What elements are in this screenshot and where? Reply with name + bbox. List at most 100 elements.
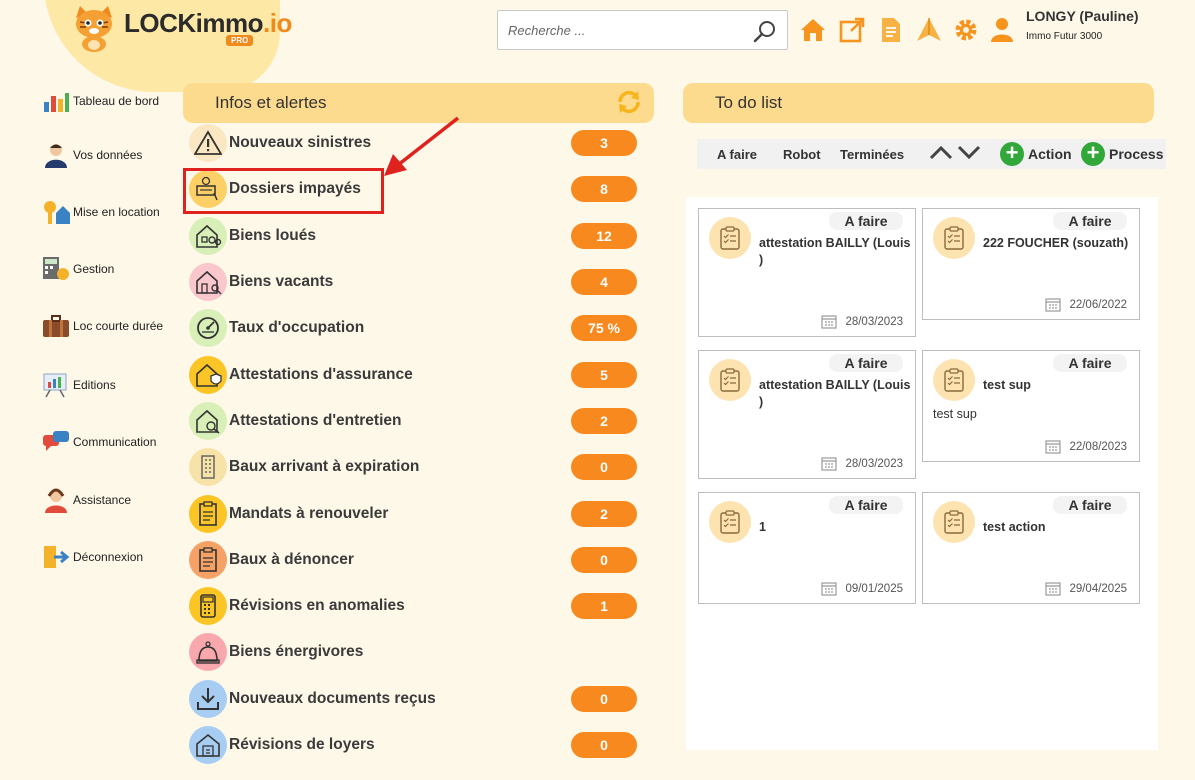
chevron-up-icon[interactable] xyxy=(929,144,953,160)
sidebar-label: Vos données xyxy=(73,148,143,162)
suitcase-icon xyxy=(43,315,69,337)
plus-icon: + xyxy=(1000,142,1024,166)
alert-count-badge[interactable]: 2 xyxy=(571,501,637,527)
card-status-badge: A faire xyxy=(829,354,903,372)
alert-label: Biens loués xyxy=(229,227,316,244)
todo-card[interactable]: A faire 222 FOUCHER (souzath) 22/06/2022 xyxy=(922,208,1140,320)
alert-row-baux-denoncer[interactable]: Baux à dénoncer 0 xyxy=(189,541,637,579)
todo-card[interactable]: A faire attestation BAILLY (Louis ) 28/0… xyxy=(698,350,916,479)
alert-label: Attestations d'entretien xyxy=(229,412,402,429)
alert-row-taux-occupation[interactable]: Taux d'occupation 75 % xyxy=(189,309,637,347)
alert-row-mandats[interactable]: Mandats à renouveler 2 xyxy=(189,495,637,533)
alert-count-badge[interactable]: 4 xyxy=(571,269,637,295)
alert-count-badge[interactable]: 3 xyxy=(571,130,637,156)
sidebar-label: Mise en location xyxy=(73,205,160,219)
report-icon xyxy=(43,373,67,398)
sidebar-label: Communication xyxy=(73,435,157,449)
sidebar-item-data[interactable]: Vos données xyxy=(42,142,142,168)
alert-label: Baux à dénoncer xyxy=(229,551,354,568)
todo-card[interactable]: A faire test sup test sup 22/08/2023 xyxy=(922,350,1140,462)
alert-label: Nouveaux documents reçus xyxy=(229,690,436,707)
chat-icon xyxy=(43,431,69,451)
alert-count-badge[interactable]: 75 % xyxy=(571,315,637,341)
alert-label: Attestations d'assurance xyxy=(229,366,413,383)
card-status-badge: A faire xyxy=(829,496,903,514)
tab-terminees[interactable]: Terminées xyxy=(840,147,904,162)
alert-label: Biens énergivores xyxy=(229,643,364,660)
clipboard-icon xyxy=(933,217,975,259)
gear-icon[interactable] xyxy=(953,17,979,43)
tab-robot[interactable]: Robot xyxy=(783,147,821,162)
external-link-icon[interactable] xyxy=(839,17,865,43)
search-input[interactable] xyxy=(498,11,738,49)
sidebar-item-short-rental[interactable]: Loc courte durée xyxy=(42,313,163,339)
clipboard-icon xyxy=(709,359,751,401)
card-status-badge: A faire xyxy=(1053,354,1127,372)
add-process-button[interactable]: + Process xyxy=(1081,142,1163,166)
chevron-down-icon[interactable] xyxy=(957,144,981,160)
alert-count-badge[interactable]: 0 xyxy=(571,686,637,712)
todo-card[interactable]: A faire attestation BAILLY (Louis ) 28/0… xyxy=(698,208,916,337)
card-date: 28/03/2023 xyxy=(821,456,903,471)
alert-count-badge[interactable]: 2 xyxy=(571,408,637,434)
alert-row-revisions-anomalies[interactable]: Révisions en anomalies 1 xyxy=(189,587,637,625)
refresh-icon[interactable] xyxy=(616,89,642,115)
alert-row-attestation-assurance[interactable]: Attestations d'assurance 5 xyxy=(189,356,637,394)
alert-row-attestation-entretien[interactable]: Attestations d'entretien 2 xyxy=(189,402,637,440)
card-description: test sup xyxy=(933,407,977,421)
todo-title: To do list xyxy=(715,93,783,112)
user-icon[interactable] xyxy=(989,17,1015,43)
alert-count-badge[interactable]: 12 xyxy=(571,223,637,249)
todo-card[interactable]: A faire test action 29/04/2025 xyxy=(922,492,1140,604)
alert-count-badge[interactable]: 5 xyxy=(571,362,637,388)
sidebar-item-logout[interactable]: Déconnexion xyxy=(42,544,143,570)
sidebar-label: Déconnexion xyxy=(73,550,144,564)
calendar-icon xyxy=(1045,582,1062,596)
sidebar-item-editions[interactable]: Editions xyxy=(42,372,116,398)
calendar-icon xyxy=(821,315,838,329)
sidebar-item-management[interactable]: Gestion xyxy=(42,256,114,282)
card-status-badge: A faire xyxy=(1053,496,1127,514)
search-box xyxy=(497,10,788,50)
download-icon xyxy=(189,680,227,718)
alert-count-badge[interactable]: 8 xyxy=(571,176,637,202)
send-icon[interactable] xyxy=(916,17,942,43)
maintenance-house-icon xyxy=(189,402,227,440)
alert-row-revisions-loyers[interactable]: Révisions de loyers 0 xyxy=(189,726,637,764)
alert-row-biens-energivores[interactable]: Biens énergivores xyxy=(189,633,637,671)
person-icon xyxy=(45,144,67,168)
document-icon[interactable] xyxy=(878,17,904,43)
alert-label: Révisions en anomalies xyxy=(229,597,405,614)
alert-row-biens-vacants[interactable]: Biens vacants 4 xyxy=(189,263,637,301)
sidebar-item-rental[interactable]: Mise en location xyxy=(42,199,160,225)
alert-count-badge[interactable]: 0 xyxy=(571,732,637,758)
card-date: 22/08/2023 xyxy=(1045,439,1127,454)
lease-termination-icon xyxy=(189,541,227,579)
user-name[interactable]: LONGY (Pauline) xyxy=(1026,8,1139,24)
sidebar-item-support[interactable]: Assistance xyxy=(42,487,131,513)
alert-count-badge[interactable]: 1 xyxy=(571,593,637,619)
rent-revision-house-icon xyxy=(189,726,227,764)
sidebar-item-communication[interactable]: Communication xyxy=(42,429,156,455)
calendar-icon xyxy=(1045,440,1062,454)
card-title: test sup xyxy=(983,378,1031,392)
tab-a-faire[interactable]: A faire xyxy=(717,147,757,162)
sidebar-item-dashboard[interactable]: Tableau de bord xyxy=(42,88,159,114)
logo-text[interactable]: LOCKimmo.io xyxy=(124,8,292,39)
building-icon xyxy=(189,448,227,486)
card-title: attestation BAILLY (Louis ) xyxy=(759,378,911,409)
card-title: attestation BAILLY (Louis ) xyxy=(759,236,911,267)
add-action-button[interactable]: + Action xyxy=(1000,142,1072,166)
alert-row-baux-expiration[interactable]: Baux arrivant à expiration 0 xyxy=(189,448,637,486)
alert-row-nouveaux-documents[interactable]: Nouveaux documents reçus 0 xyxy=(189,680,637,718)
alert-count-badge[interactable]: 0 xyxy=(571,454,637,480)
sidebar-label: Assistance xyxy=(73,493,132,507)
search-icon[interactable] xyxy=(753,19,777,43)
home-icon[interactable] xyxy=(800,17,826,43)
alert-count-badge[interactable]: 0 xyxy=(571,547,637,573)
todo-card[interactable]: A faire 1 09/01/2025 xyxy=(698,492,916,604)
alert-label: Taux d'occupation xyxy=(229,319,365,336)
clipboard-icon xyxy=(933,501,975,543)
alert-row-biens-loues[interactable]: Biens loués 12 xyxy=(189,217,637,255)
alert-label: Mandats à renouveler xyxy=(229,505,389,522)
